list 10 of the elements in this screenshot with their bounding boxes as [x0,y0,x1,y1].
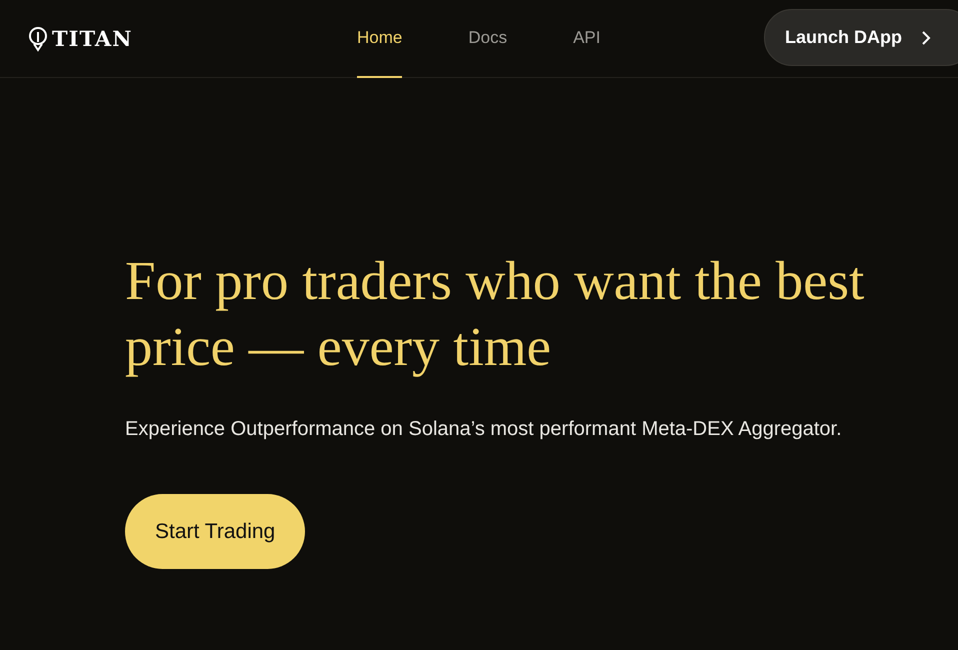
nav-tab[interactable]: Home [357,0,402,78]
chevron-right-icon [921,30,931,46]
nav-tab[interactable]: Docs [468,0,508,78]
brand-name: TITAN [52,24,132,53]
start-trading-button[interactable]: Start Trading [125,494,306,569]
logo-icon [28,26,48,52]
launch-dapp-button[interactable]: Launch DApp [764,9,958,66]
hero-subtitle: Experience Outperformance on Solana’s most performant Meta-DEX Aggregator. [125,417,843,442]
nav-tab[interactable]: API [573,0,600,78]
hero-title: For pro traders who want the best price — every time [125,249,866,379]
